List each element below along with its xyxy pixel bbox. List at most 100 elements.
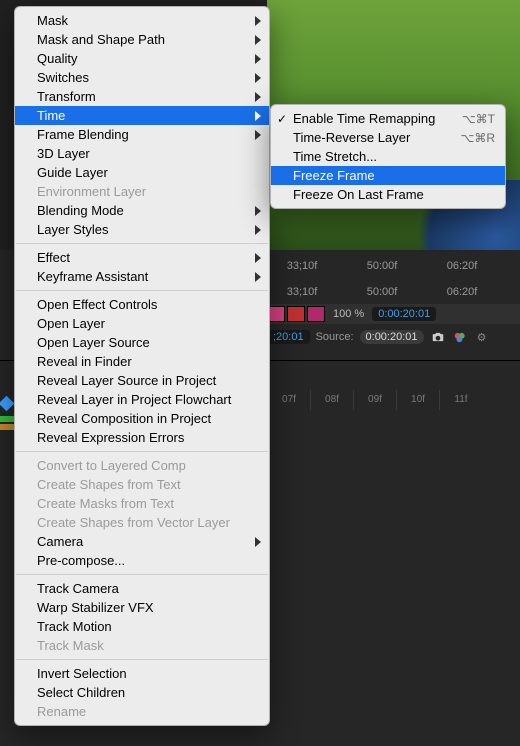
menu-item-convert-to-layered-comp: Convert to Layered Comp xyxy=(15,456,269,475)
menu-item-label: Create Shapes from Text xyxy=(37,477,181,492)
menu-item-label: Open Effect Controls xyxy=(37,297,157,312)
layer-track-green[interactable] xyxy=(0,416,14,422)
submenu-item-freeze-frame[interactable]: Freeze Frame xyxy=(271,166,505,185)
timeline-ruler[interactable]: 07f 08f 09f 10f 11f xyxy=(267,390,520,410)
menu-item-blending-mode[interactable]: Blending Mode xyxy=(15,201,269,220)
menu-item-warp-stabilizer-vfx[interactable]: Warp Stabilizer VFX xyxy=(15,598,269,617)
color-chip-icon[interactable] xyxy=(287,306,305,322)
menu-item-label: Create Shapes from Vector Layer xyxy=(37,515,230,530)
ruler-tick: 09f xyxy=(353,390,396,410)
menu-item-label: Effect xyxy=(37,250,70,265)
menu-item-label: Track Mask xyxy=(37,638,104,653)
submenu-arrow-icon xyxy=(255,35,261,45)
menu-item-frame-blending[interactable]: Frame Blending xyxy=(15,125,269,144)
submenu-item-time-stretch[interactable]: Time Stretch... xyxy=(271,147,505,166)
menu-item-effect[interactable]: Effect xyxy=(15,248,269,267)
menu-item-switches[interactable]: Switches xyxy=(15,68,269,87)
zoom-percent[interactable]: 100 % xyxy=(333,308,364,320)
time-submenu: ✓Enable Time Remapping⌥⌘TTime-Reverse La… xyxy=(270,104,506,209)
layer-track-orange[interactable] xyxy=(0,424,14,430)
menu-item-label: Camera xyxy=(37,534,83,549)
menu-item-keyframe-assistant[interactable]: Keyframe Assistant xyxy=(15,267,269,286)
playhead-indicator-icon[interactable] xyxy=(0,398,13,414)
timecode-strip-1: 33;10f 50:00f 06:20f xyxy=(267,254,520,278)
timecode-cell: 06:20f xyxy=(437,286,487,298)
menu-item-label: Layer Styles xyxy=(37,222,109,237)
color-chip-icon[interactable] xyxy=(307,306,325,322)
menu-item-label: Reveal in Finder xyxy=(37,354,132,369)
menu-item-reveal-expression-errors[interactable]: Reveal Expression Errors xyxy=(15,428,269,447)
menu-separator xyxy=(16,451,268,452)
menu-item-track-camera[interactable]: Track Camera xyxy=(15,579,269,598)
current-timecode[interactable]: 0:00:20:01 xyxy=(372,307,436,321)
timecode-cell: 50:00f xyxy=(357,260,407,272)
menu-item-open-effect-controls[interactable]: Open Effect Controls xyxy=(15,295,269,314)
menu-item-label: Keyframe Assistant xyxy=(37,269,148,284)
menu-item-label: Pre-compose... xyxy=(37,553,125,568)
submenu-item-time-reverse-layer[interactable]: Time-Reverse Layer⌥⌘R xyxy=(271,128,505,147)
menu-item-3d-layer[interactable]: 3D Layer xyxy=(15,144,269,163)
menu-item-label: Mask xyxy=(37,13,68,28)
menu-item-label: Blending Mode xyxy=(37,203,124,218)
menu-item-transform[interactable]: Transform xyxy=(15,87,269,106)
menu-item-label: Select Children xyxy=(37,685,125,700)
menu-item-label: Create Masks from Text xyxy=(37,496,174,511)
menu-item-label: Warp Stabilizer VFX xyxy=(37,600,154,615)
menu-separator xyxy=(16,659,268,660)
submenu-item-enable-time-remapping[interactable]: ✓Enable Time Remapping⌥⌘T xyxy=(271,109,505,128)
ruler-tick: 08f xyxy=(310,390,353,410)
menu-item-track-motion[interactable]: Track Motion xyxy=(15,617,269,636)
checkmark-icon: ✓ xyxy=(277,112,287,126)
submenu-item-label: Freeze Frame xyxy=(293,168,375,183)
menu-item-invert-selection[interactable]: Invert Selection xyxy=(15,664,269,683)
menu-item-select-children[interactable]: Select Children xyxy=(15,683,269,702)
submenu-arrow-icon xyxy=(255,272,261,282)
menu-item-pre-compose[interactable]: Pre-compose... xyxy=(15,551,269,570)
menu-item-reveal-composition-in-project[interactable]: Reveal Composition in Project xyxy=(15,409,269,428)
comp-timecode[interactable]: ;20:01 xyxy=(267,330,310,344)
timecode-cell: 33;10f xyxy=(277,286,327,298)
keyboard-shortcut: ⌥⌘R xyxy=(461,131,496,145)
ruler-tick: 11f xyxy=(439,390,482,410)
menu-item-label: Reveal Layer Source in Project xyxy=(37,373,216,388)
menu-item-open-layer-source[interactable]: Open Layer Source xyxy=(15,333,269,352)
timecode-cell: 06:20f xyxy=(437,260,487,272)
menu-item-quality[interactable]: Quality xyxy=(15,49,269,68)
menu-item-mask-and-shape-path[interactable]: Mask and Shape Path xyxy=(15,30,269,49)
menu-separator xyxy=(16,243,268,244)
source-timecode[interactable]: 0:00:20:01 xyxy=(360,330,424,344)
timecode-cell: 33;10f xyxy=(277,260,327,272)
menu-item-guide-layer[interactable]: Guide Layer xyxy=(15,163,269,182)
menu-item-label: Time xyxy=(37,108,65,123)
color-management-icon[interactable] xyxy=(452,329,468,345)
menu-item-time[interactable]: Time xyxy=(15,106,269,125)
menu-item-create-masks-from-text: Create Masks from Text xyxy=(15,494,269,513)
menu-item-label: Environment Layer xyxy=(37,184,146,199)
menu-item-label: Track Motion xyxy=(37,619,112,634)
menu-item-open-layer[interactable]: Open Layer xyxy=(15,314,269,333)
submenu-arrow-icon xyxy=(255,111,261,121)
submenu-item-freeze-on-last-frame[interactable]: Freeze On Last Frame xyxy=(271,185,505,204)
layer-context-menu: Mask Mask and Shape PathQualitySwitches Tr… xyxy=(14,6,270,726)
menu-item-reveal-in-finder[interactable]: Reveal in Finder xyxy=(15,352,269,371)
source-label: Source: xyxy=(316,331,354,343)
menu-item-label: Reveal Expression Errors xyxy=(37,430,184,445)
submenu-arrow-icon xyxy=(255,537,261,547)
menu-item-label: Open Layer xyxy=(37,316,105,331)
menu-item-label: Transform xyxy=(37,89,96,104)
submenu-item-label: Time Stretch... xyxy=(293,149,377,164)
timecode-strip-2: 33;10f 50:00f 06:20f xyxy=(267,280,520,304)
ruler-tick: 07f xyxy=(267,390,310,410)
submenu-arrow-icon xyxy=(255,253,261,263)
menu-item-mask[interactable]: Mask xyxy=(15,11,269,30)
settings-icon[interactable]: ⚙ xyxy=(474,329,490,345)
menu-item-reveal-layer-source-in-project[interactable]: Reveal Layer Source in Project xyxy=(15,371,269,390)
snapshot-camera-icon[interactable] xyxy=(430,329,446,345)
menu-item-label: Track Camera xyxy=(37,581,119,596)
menu-item-label: Guide Layer xyxy=(37,165,108,180)
menu-item-layer-styles[interactable]: Layer Styles xyxy=(15,220,269,239)
menu-item-reveal-layer-in-project-flowchart[interactable]: Reveal Layer in Project Flowchart xyxy=(15,390,269,409)
menu-separator xyxy=(16,290,268,291)
menu-item-camera[interactable]: Camera xyxy=(15,532,269,551)
keyboard-shortcut: ⌥⌘T xyxy=(462,112,495,126)
